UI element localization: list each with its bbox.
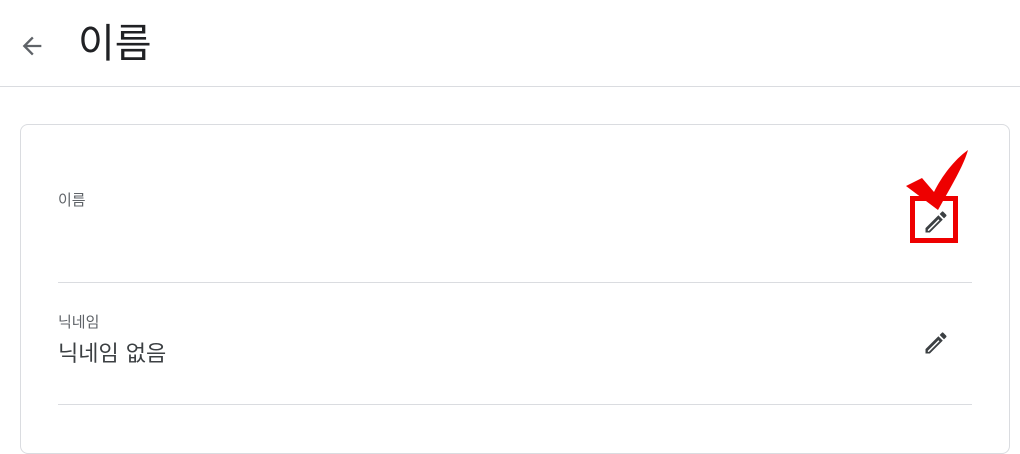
name-label: 이름: [58, 191, 86, 209]
page-title: 이름: [78, 21, 152, 67]
name-row[interactable]: 이름: [58, 125, 972, 283]
top-app-bar: 이름: [0, 0, 1020, 87]
edit-nickname-button[interactable]: [916, 323, 956, 363]
checkmark-icon: [906, 150, 968, 210]
pencil-icon: [925, 332, 947, 354]
nickname-value: 닉네임 없음: [58, 342, 167, 367]
arrow-back-icon: [22, 36, 42, 56]
name-settings-card: 이름 닉네임 닉네임 없음: [20, 124, 1010, 454]
back-button[interactable]: [10, 26, 54, 66]
nickname-row[interactable]: 닉네임 닉네임 없음: [58, 283, 972, 405]
nickname-label: 닉네임: [58, 313, 100, 331]
